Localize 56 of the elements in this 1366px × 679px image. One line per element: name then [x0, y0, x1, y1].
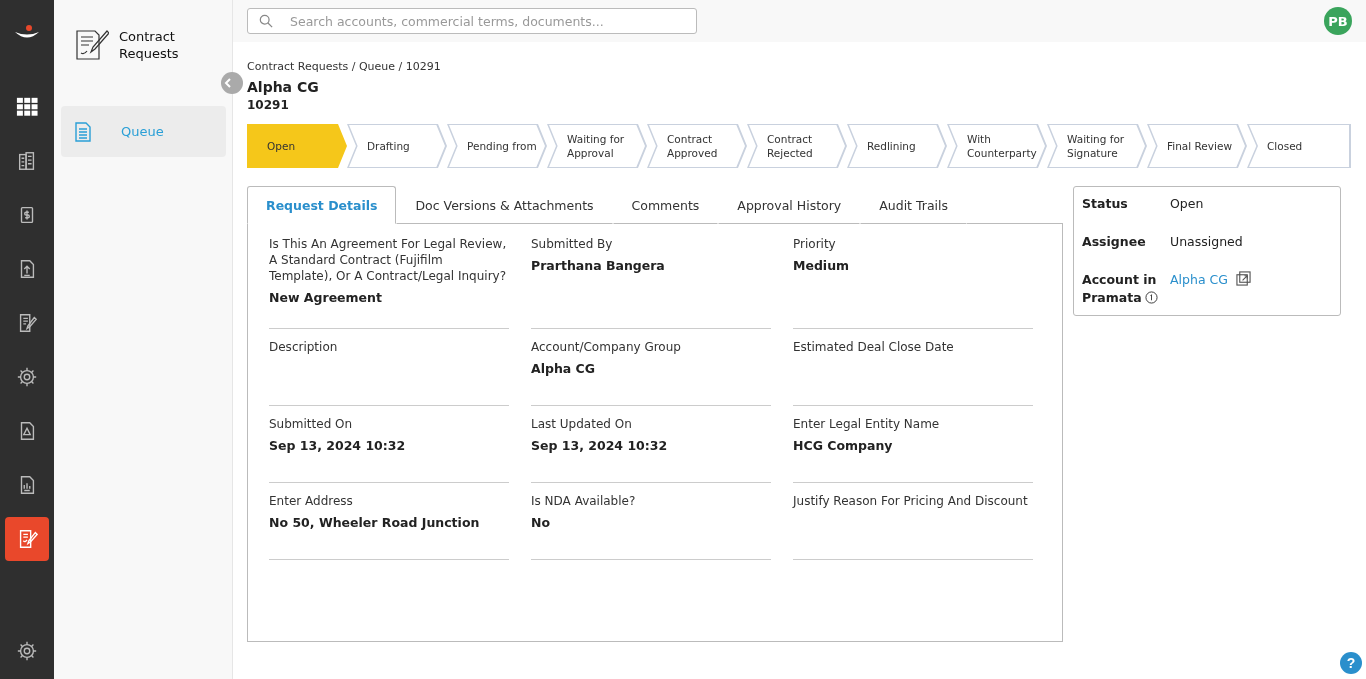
request-id: 10291	[247, 98, 290, 112]
field-label: Enter Address	[269, 493, 354, 509]
tab[interactable]: Doc Versions & Attachments	[396, 186, 613, 224]
search-icon	[259, 14, 273, 28]
field-label: Last Updated On	[531, 416, 633, 432]
field-value: Alpha CG	[531, 361, 597, 376]
stage-step[interactable]: Waiting for Signature	[1047, 124, 1147, 168]
field-label: Estimated Deal Close Date	[793, 339, 955, 355]
tab[interactable]: Comments	[612, 186, 719, 224]
stage-step[interactable]: With Counterparty	[947, 124, 1047, 168]
tab[interactable]: Request Details	[247, 186, 397, 224]
field-label: Is NDA Available?	[531, 493, 637, 509]
field-value: Sep 13, 2024 10:32	[531, 438, 669, 453]
info-icon	[1144, 291, 1158, 304]
stage-step[interactable]: Contract Rejected	[747, 124, 847, 168]
summary-label: Account in Pramata	[1082, 271, 1159, 307]
field-label: Enter Legal Entity Name	[793, 416, 941, 432]
field-label: Submitted On	[269, 416, 354, 432]
help-button[interactable]: ?	[1340, 652, 1362, 674]
stage-step[interactable]: Contract Approved	[647, 124, 747, 168]
field-label: Submitted By	[531, 236, 614, 252]
summary-value: Unassigned	[1170, 233, 1243, 251]
stage-step[interactable]: Closed	[1247, 124, 1351, 168]
page-title: Alpha CG	[247, 79, 320, 95]
settings-icon[interactable]	[16, 640, 38, 662]
stage-step[interactable]: Redlining	[847, 124, 947, 168]
stage-step[interactable]: Pending from	[447, 124, 547, 168]
document-icon	[75, 121, 91, 142]
module-title: Contract Requests	[119, 28, 180, 62]
search-field[interactable]: Search accounts, commercial terms, documents...	[247, 8, 697, 34]
field-value: Medium	[793, 258, 851, 273]
stage-step[interactable]: Final Review	[1147, 124, 1247, 168]
field-value: Prarthana Bangera	[531, 258, 666, 273]
contract-icon[interactable]	[5, 517, 49, 561]
field-value: No	[531, 515, 552, 530]
field-label: Priority	[793, 236, 837, 252]
field-value: No 50, Wheeler Road Junction	[269, 515, 481, 530]
stage-step[interactable]: Waiting for Approval	[547, 124, 647, 168]
account-link[interactable]: Alpha CG	[1170, 271, 1228, 289]
field-value: HCG Company	[793, 438, 894, 453]
stage-step[interactable]: Open	[247, 124, 347, 168]
field-label: Description	[269, 339, 339, 355]
stage-step[interactable]: Drafting	[347, 124, 447, 168]
tab[interactable]: Audit Trails	[860, 186, 968, 224]
contract-icon	[75, 29, 109, 61]
field-label: Account/Company Group	[531, 339, 682, 355]
field-label: Justify Reason For Pricing And Discount	[793, 493, 1029, 509]
field-value: Sep 13, 2024 10:32	[269, 438, 407, 453]
summary-label: Assignee	[1082, 233, 1147, 251]
field-value: New Agreement	[269, 290, 383, 305]
field-label: Is This An Agreement For Legal Review, A Standard Contract (Fujifilm Template), Or A Contract/Legal Inquiry?	[269, 236, 508, 284]
tab[interactable]: Approval History	[718, 186, 861, 224]
summary-value: Open	[1170, 195, 1204, 213]
breadcrumb: Contract Requests / Queue / 10291	[247, 60, 442, 73]
external-link-icon[interactable]	[1235, 271, 1251, 286]
summary-label: Status	[1082, 195, 1129, 213]
